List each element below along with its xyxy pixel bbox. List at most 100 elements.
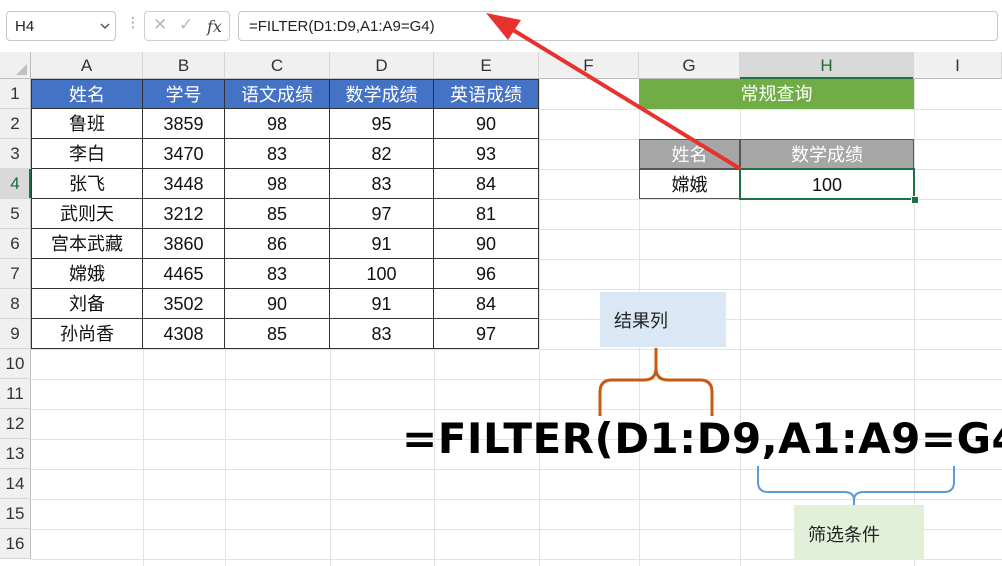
formula-illustration: =FILTER(D1:D9,A1:A9=G4) <box>402 414 1002 463</box>
table-cell[interactable]: 83 <box>225 139 330 169</box>
table-cell[interactable]: 97 <box>434 319 539 349</box>
row-header-12[interactable]: 12 <box>0 409 31 439</box>
table-header-cell[interactable]: 英语成绩 <box>434 79 539 109</box>
table-cell[interactable]: 张飞 <box>31 169 143 199</box>
column-header-e[interactable]: E <box>434 52 539 79</box>
table-cell[interactable]: 83 <box>330 169 434 199</box>
table-cell[interactable]: 4465 <box>143 259 225 289</box>
table-cell[interactable]: 嫦娥 <box>31 259 143 289</box>
table-header-cell[interactable]: 数学成绩 <box>330 79 434 109</box>
grid-hline <box>31 409 1002 410</box>
table-cell[interactable]: 85 <box>225 319 330 349</box>
formula-bar: H4 ⋮ ✕ ✓ fx =FILTER(D1:D9,A1:A9=G4) <box>0 0 1002 53</box>
table-cell[interactable]: 3502 <box>143 289 225 319</box>
row-header-16[interactable]: 16 <box>0 529 31 559</box>
column-header-h[interactable]: H <box>740 52 914 79</box>
enter-icon[interactable]: ✓ <box>179 15 193 35</box>
table-cell[interactable]: 98 <box>225 169 330 199</box>
table-cell[interactable]: 90 <box>434 229 539 259</box>
row-header-5[interactable]: 5 <box>0 199 31 229</box>
row-header-3[interactable]: 3 <box>0 139 31 169</box>
table-cell[interactable]: 李白 <box>31 139 143 169</box>
formula-buttons: ✕ ✓ fx <box>144 11 230 41</box>
table-cell[interactable]: 鲁班 <box>31 109 143 139</box>
row-header-11[interactable]: 11 <box>0 379 31 409</box>
column-header-d[interactable]: D <box>330 52 434 79</box>
table-cell[interactable]: 98 <box>225 109 330 139</box>
filter-condition-callout: 筛选条件 <box>794 505 924 560</box>
table-cell[interactable]: 96 <box>434 259 539 289</box>
table-cell[interactable]: 83 <box>225 259 330 289</box>
column-header-b[interactable]: B <box>143 52 225 79</box>
table-cell[interactable]: 91 <box>330 229 434 259</box>
row-header-8[interactable]: 8 <box>0 289 31 319</box>
table-header-cell[interactable]: 语文成绩 <box>225 79 330 109</box>
table-cell[interactable]: 3470 <box>143 139 225 169</box>
table-cell[interactable]: 84 <box>434 289 539 319</box>
table-cell[interactable]: 97 <box>330 199 434 229</box>
column-header-g[interactable]: G <box>639 52 740 79</box>
select-all-button[interactable] <box>0 52 31 79</box>
row-header-10[interactable]: 10 <box>0 349 31 379</box>
lookup-header-cell[interactable]: 姓名 <box>639 139 740 169</box>
name-box[interactable]: H4 <box>6 11 116 41</box>
row-header-7[interactable]: 7 <box>0 259 31 289</box>
insert-function-icon[interactable]: fx <box>207 17 222 36</box>
table-cell[interactable]: 100 <box>330 259 434 289</box>
table-header-cell[interactable]: 姓名 <box>31 79 143 109</box>
row-header-9[interactable]: 9 <box>0 319 31 349</box>
table-cell[interactable]: 86 <box>225 229 330 259</box>
grid-vline <box>539 79 540 566</box>
table-cell[interactable]: 3859 <box>143 109 225 139</box>
table-cell[interactable]: 刘备 <box>31 289 143 319</box>
cancel-icon[interactable]: ✕ <box>153 15 167 35</box>
column-header-c[interactable]: C <box>225 52 330 79</box>
table-cell[interactable]: 90 <box>225 289 330 319</box>
table-cell[interactable]: 81 <box>434 199 539 229</box>
row-header-6[interactable]: 6 <box>0 229 31 259</box>
lookup-header-cell[interactable]: 数学成绩 <box>740 139 914 169</box>
column-header-f[interactable]: F <box>539 52 639 79</box>
row-header-1[interactable]: 1 <box>0 79 31 109</box>
result-column-callout: 结果列 <box>600 292 726 347</box>
formula-input[interactable]: =FILTER(D1:D9,A1:A9=G4) <box>238 11 998 41</box>
spreadsheet-grid: ABCDEFGHI 1 2 3 4 5 6 7 8 9 10 11 12 13 14 15 16 姓名 学号 语文… <box>0 52 1002 566</box>
filter-condition-label: 筛选条件 <box>808 525 880 545</box>
row-header-14[interactable]: 14 <box>0 469 31 499</box>
lookup-title-banner[interactable]: 常规查询 <box>639 79 914 109</box>
more-options-icon[interactable]: ⋮ <box>126 14 140 31</box>
table-cell[interactable]: 95 <box>330 109 434 139</box>
row-header-13[interactable]: 13 <box>0 439 31 469</box>
table-cell[interactable]: 84 <box>434 169 539 199</box>
formula-text: =FILTER(D1:D9,A1:A9=G4) <box>249 18 435 35</box>
table-cell[interactable]: 孙尚香 <box>31 319 143 349</box>
table-cell[interactable]: 宫本武藏 <box>31 229 143 259</box>
table-header-cell[interactable]: 学号 <box>143 79 225 109</box>
grid-hline <box>31 469 1002 470</box>
result-column-label: 结果列 <box>614 311 668 331</box>
table-cell[interactable]: 3212 <box>143 199 225 229</box>
table-cell[interactable]: 3448 <box>143 169 225 199</box>
grid-hline <box>31 499 1002 500</box>
table-cell[interactable]: 4308 <box>143 319 225 349</box>
grid-vline <box>914 79 915 566</box>
table-cell[interactable]: 武则天 <box>31 199 143 229</box>
table-cell[interactable]: 91 <box>330 289 434 319</box>
chevron-down-icon[interactable] <box>99 16 111 39</box>
name-box-value: H4 <box>15 18 35 35</box>
excel-window: H4 ⋮ ✕ ✓ fx =FILTER(D1:D9,A1:A9=G4) ABCD… <box>0 0 1002 566</box>
table-cell[interactable]: 82 <box>330 139 434 169</box>
column-header-a[interactable]: A <box>31 52 143 79</box>
grid-hline <box>31 349 1002 350</box>
lookup-name-cell[interactable]: 嫦娥 <box>639 169 740 199</box>
row-header-4[interactable]: 4 <box>0 169 31 199</box>
column-header-i[interactable]: I <box>914 52 1002 79</box>
row-header-15[interactable]: 15 <box>0 499 31 529</box>
table-cell[interactable]: 90 <box>434 109 539 139</box>
fill-handle[interactable] <box>911 196 919 204</box>
table-cell[interactable]: 3860 <box>143 229 225 259</box>
table-cell[interactable]: 93 <box>434 139 539 169</box>
row-header-2[interactable]: 2 <box>0 109 31 139</box>
table-cell[interactable]: 85 <box>225 199 330 229</box>
table-cell[interactable]: 83 <box>330 319 434 349</box>
